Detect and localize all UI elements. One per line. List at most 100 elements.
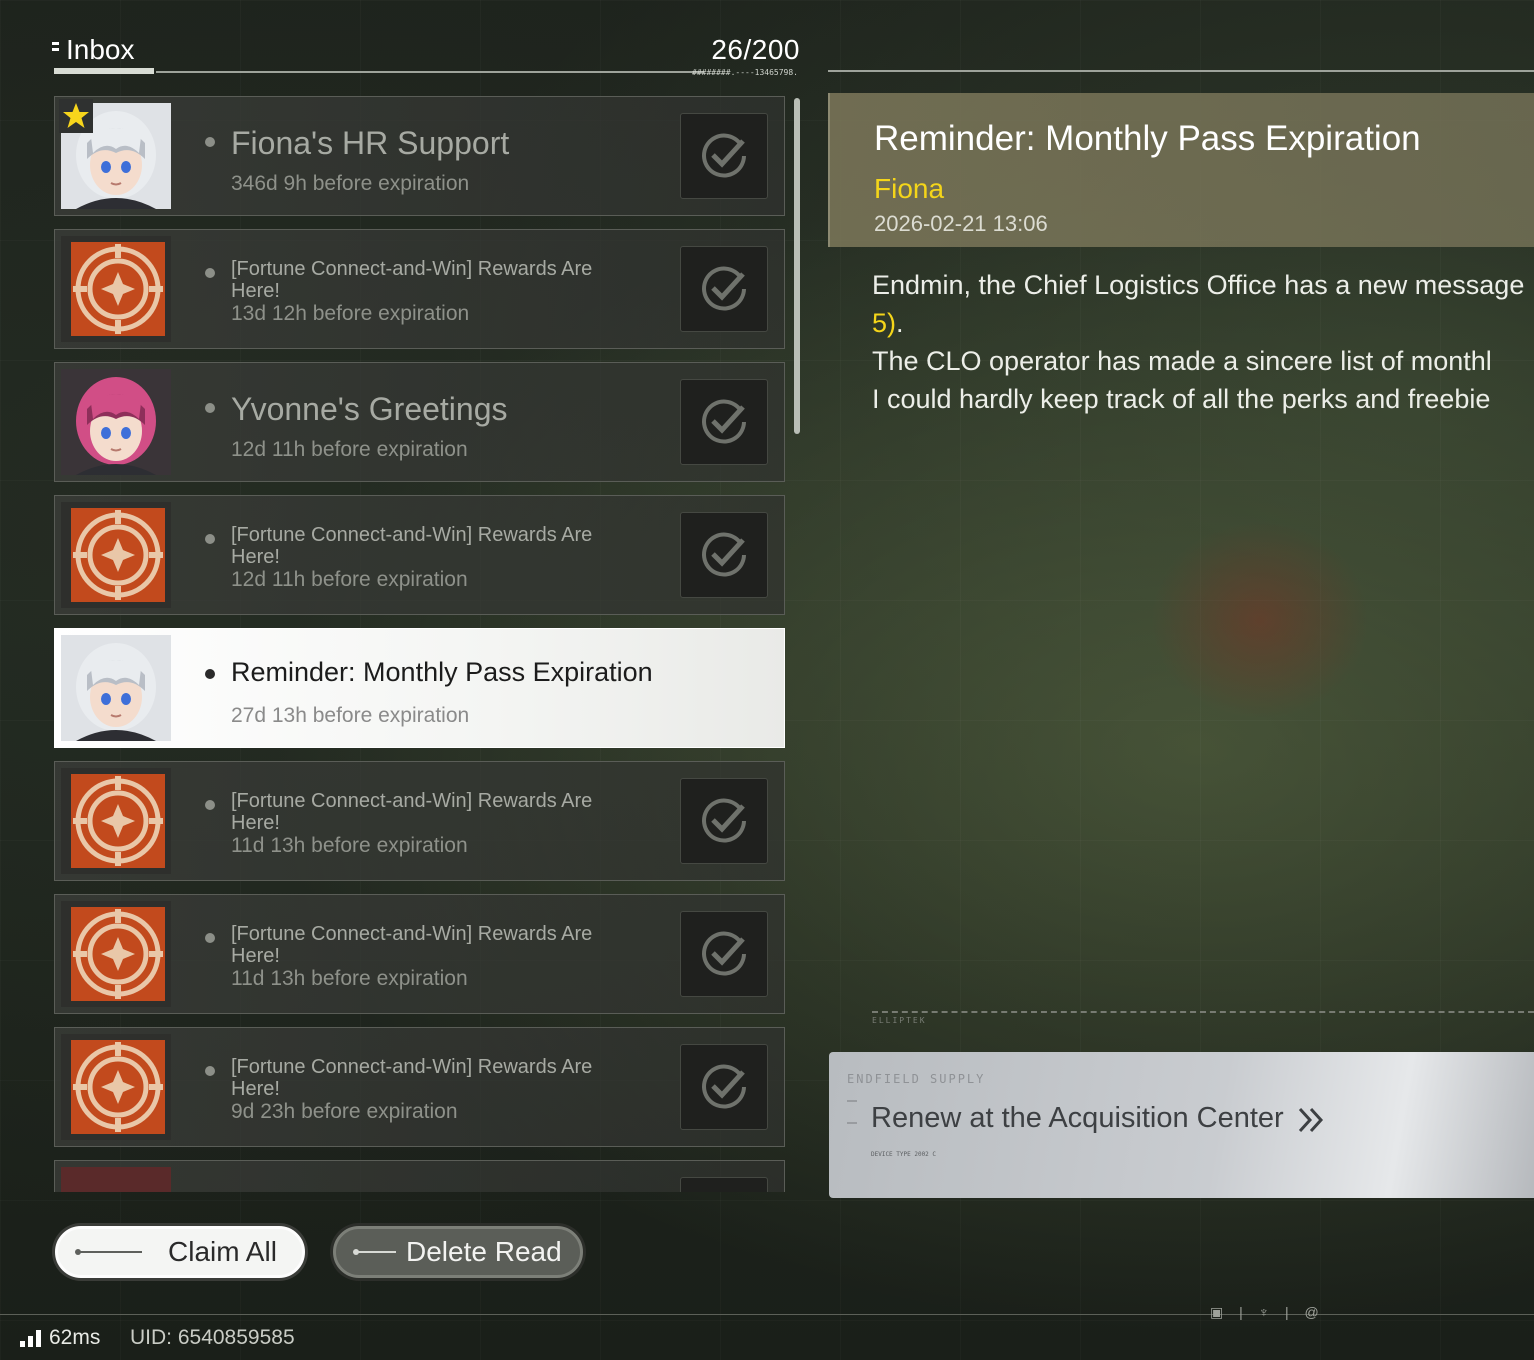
divider-label: ELLIPTEK [872,1016,927,1025]
mail-detail-header: Reminder: Monthly Pass Expiration Fiona … [828,93,1534,247]
supply-dash [847,1122,857,1124]
sender-avatar [61,901,171,1007]
pink-hair-girl-portrait-icon [61,369,171,475]
mail-item[interactable]: [Fortune Connect-and-Win] Rewards Are He… [54,761,785,881]
claimed-check-icon [702,133,746,178]
claimed-check-icon [702,399,746,444]
mail-item-expiry: 12d 11h before expiration [231,568,468,591]
mail-item-title: Reminder: Monthly Pass Expiration [231,657,653,687]
mail-date: 2026-02-21 13:06 [874,211,1048,236]
fortune-emblem-icon [71,774,165,868]
mail-item-expiry: 12d 11h before expiration [231,438,468,461]
fortune-emblem-icon [71,907,165,1001]
claimed-checkbox [680,778,768,864]
unread-dot [205,137,215,147]
claimed-checkbox [680,911,768,997]
delete-read-button[interactable]: Delete Read [333,1226,583,1278]
mail-item[interactable]: Yvonne's Greetings 12d 11h before expira… [54,362,785,482]
mail-item-expiry: 27d 13h before expiration [231,704,470,727]
claimed-checkbox [680,1044,768,1130]
renew-link[interactable]: Renew at the Acquisition Center [871,1102,1284,1135]
star-icon [59,99,93,133]
mail-count-serial: ########.----13465798. [692,68,798,77]
body-divider [872,1011,1534,1013]
sender-avatar [61,768,171,874]
button-line-icon [75,1249,142,1255]
mail-item[interactable]: [Fortune Connect-and-Win] Rewards Are He… [54,229,785,349]
page-title: Inbox [66,34,135,65]
fortune-emblem-icon [71,508,165,602]
claimed-checkbox [680,1177,768,1192]
mail-item-title: Yvonne's Greetings [231,391,508,427]
supply-dash [847,1100,857,1102]
claimed-check-icon [702,1064,746,1109]
sender-avatar [61,635,171,741]
unread-dot [205,800,215,810]
mail-body-line: I could hardly keep track of all the per… [872,384,1491,414]
mail-item-expiry: 13d 12h before expiration [231,302,470,325]
mail-item-title: [Fortune Connect-and-Win] Rewards Are He… [231,790,593,834]
unread-dot [205,403,215,413]
mail-item[interactable]: Reminder: Monthly Pass Expiration 27d 13… [54,628,785,748]
mail-item-expiry: 346d 9h before expiration [231,172,470,195]
mail-item-expiry: 11d 13h before expiration [231,834,468,857]
claimed-checkbox [680,512,768,598]
sender-avatar [61,1034,171,1140]
sender-avatar [61,369,171,475]
mail-list[interactable]: Fiona's HR Support 346d 9h before expira… [54,96,786,1192]
mail-item-title: [Fortune Connect-and-Win] Rewards Are He… [231,1056,593,1100]
supply-brand: ENDFIELD SUPPLY [847,1072,986,1086]
double-chevron-right-icon [1298,1107,1324,1133]
mail-item-title: [Fortune Connect-and-Win] Rewards Are He… [231,524,593,568]
white-hair-girl-portrait-icon [61,635,171,741]
title-marker [52,42,59,45]
unread-dot [205,669,215,679]
claim-all-label: Claim All [168,1236,277,1267]
sender-avatar [61,1167,171,1192]
mail-item-title: [Fortune Connect-and-Win] Rewards Are He… [231,258,593,302]
claim-all-button[interactable]: Claim All [55,1226,305,1278]
detail-divider [828,70,1534,72]
mail-body-highlight: 5) [872,308,897,338]
mail-item-title: Fiona's HR Support [231,125,510,161]
claimed-check-icon [702,931,746,976]
supply-meta: DEVICE TYPE 2002 C [871,1151,937,1158]
mail-count: 26/200 [711,34,800,65]
signal-icon [20,1329,41,1347]
list-scrollbar[interactable] [794,98,800,434]
mail-item-expiry: 9d 23h before expiration [231,1100,458,1123]
fortune-emblem-icon [71,1040,165,1134]
claimed-check-icon [702,266,746,311]
mail-detail-title: Reminder: Monthly Pass Expiration [874,119,1421,158]
inbox-header: Inbox 26/200 ########.----13465798. [52,30,802,80]
mail-item[interactable]: [Fortune Connect-and-Win] Rewards Are He… [54,1027,785,1147]
fortune-emblem-icon [71,242,165,336]
claimed-check-icon [702,532,746,577]
mail-body-line: Endmin, the Chief Logistics Office has a… [872,270,1525,300]
ping-value: 62ms [49,1326,101,1349]
header-divider [156,71,704,73]
unread-dot [205,933,215,943]
button-line-icon [353,1249,396,1255]
mail-item-title: [Fortune Connect-and-Win] Rewards Are He… [231,923,593,967]
claimed-checkbox [680,379,768,465]
renew-banner[interactable]: ENDFIELD SUPPLY Renew at the Acquisition… [829,1052,1534,1198]
mail-item-partial[interactable] [54,1160,785,1192]
mail-body: Endmin, the Chief Logistics Office has a… [872,266,1534,418]
footer-icons: ▣ | ♆ | @ [1210,1304,1325,1320]
mail-item[interactable]: [Fortune Connect-and-Win] Rewards Are He… [54,495,785,615]
title-underbar [54,68,154,74]
sender-avatar [61,502,171,608]
claimed-checkbox [680,246,768,332]
claimed-check-icon [702,798,746,843]
mail-item[interactable]: [Fortune Connect-and-Win] Rewards Are He… [54,894,785,1014]
mail-sender: Fiona [874,173,945,204]
mail-body-line: The CLO operator has made a sincere list… [872,346,1492,376]
user-id: UID: 6540859585 [130,1326,295,1349]
mail-item[interactable]: Fiona's HR Support 346d 9h before expira… [54,96,785,216]
unread-dot [205,268,215,278]
network-status: 62ms [20,1326,100,1350]
unread-dot [205,1066,215,1076]
unread-dot [205,534,215,544]
sender-avatar [61,236,171,342]
